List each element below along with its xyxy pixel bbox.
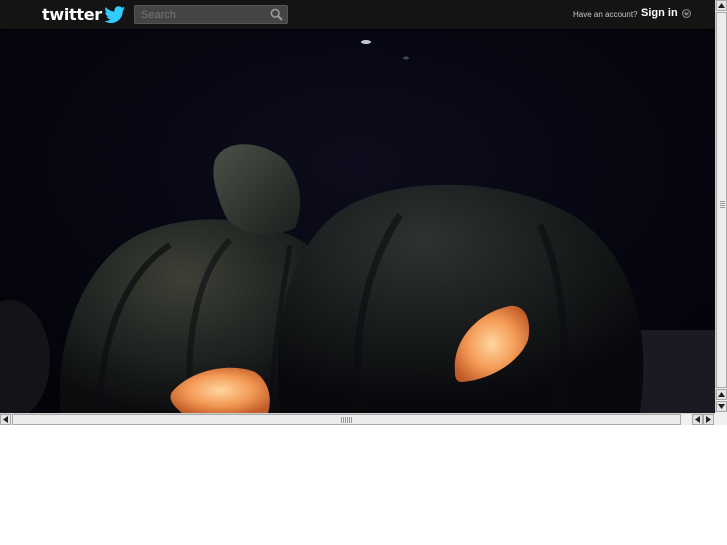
horizontal-scroll-thumb[interactable] xyxy=(12,414,681,425)
signin-button[interactable]: Sign in xyxy=(641,7,691,19)
twitter-logo[interactable]: twitter xyxy=(42,4,126,24)
scroll-down-button[interactable] xyxy=(716,401,727,412)
scrollbar-corner xyxy=(715,413,727,425)
scroll-left-button[interactable] xyxy=(0,414,11,425)
search-icon[interactable] xyxy=(270,8,283,21)
search-box[interactable] xyxy=(134,5,288,24)
arrow-up-icon xyxy=(718,392,725,397)
arrow-right-icon xyxy=(706,416,711,423)
arrow-left-icon xyxy=(3,416,8,423)
scroll-left-button-right[interactable] xyxy=(692,414,703,425)
arrow-down-icon xyxy=(718,404,725,409)
chevron-down-icon[interactable] xyxy=(681,8,691,18)
arrow-up-icon xyxy=(718,3,725,8)
search-input[interactable] xyxy=(135,6,277,23)
scroll-up-button[interactable] xyxy=(716,0,727,11)
logo-text: twitter xyxy=(42,4,102,24)
arrow-left-icon xyxy=(695,416,700,423)
signin-label: Sign in xyxy=(641,7,678,19)
background-photo xyxy=(0,0,715,413)
grip-icon xyxy=(720,201,725,209)
top-bar: twitter Have an account? Sign in xyxy=(0,0,715,30)
scroll-up-button-lower[interactable] xyxy=(716,389,727,400)
vertical-scroll-thumb[interactable] xyxy=(716,12,727,388)
twitter-bird-icon xyxy=(104,6,125,23)
page-viewport: twitter Have an account? Sign in xyxy=(0,0,715,413)
grip-icon xyxy=(341,417,353,423)
vertical-scrollbar[interactable] xyxy=(715,0,727,413)
horizontal-scrollbar[interactable] xyxy=(0,413,715,425)
scroll-right-button[interactable] xyxy=(703,414,714,425)
account-prompt: Have an account? xyxy=(573,10,638,19)
